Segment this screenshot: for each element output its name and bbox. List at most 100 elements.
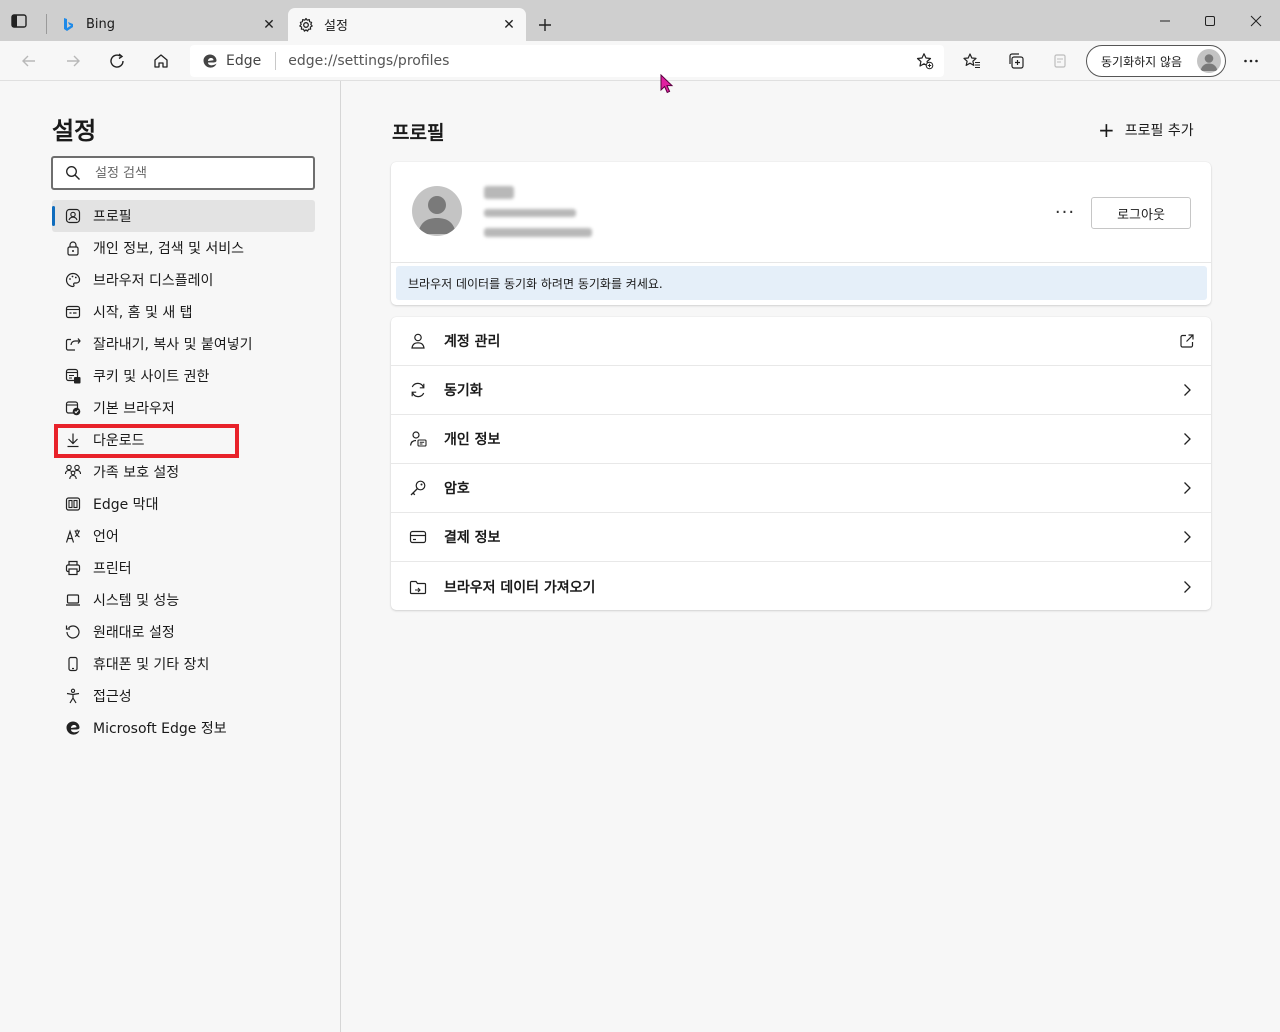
sidebar-item-default-browser[interactable]: 기본 브라우저 (52, 392, 315, 424)
mouse-cursor-icon (660, 74, 674, 94)
window-close-button[interactable] (1241, 8, 1271, 34)
sidebar-item-appearance[interactable]: 브라우저 디스플레이 (52, 264, 315, 296)
new-tab-button[interactable] (532, 12, 558, 38)
sidebar-item-label: 브라우저 디스플레이 (93, 273, 214, 289)
favorites-icon[interactable] (958, 47, 986, 75)
back-button[interactable] (15, 47, 43, 75)
row-manage-account[interactable]: 계정 관리 (391, 317, 1211, 366)
phone-icon (64, 655, 82, 673)
tab-title: Bing (86, 17, 116, 32)
sidebar-item-privacy[interactable]: 개인 정보, 검색 및 서비스 (52, 232, 315, 264)
share-icon (64, 335, 82, 353)
gear-icon (298, 17, 314, 33)
search-icon (65, 165, 81, 181)
address-bar[interactable]: Edge edge://settings/profiles (190, 45, 944, 77)
sidebar-item-about[interactable]: Microsoft Edge 정보 (52, 712, 315, 744)
close-icon[interactable]: ✕ (498, 14, 520, 36)
close-icon[interactable]: ✕ (258, 14, 280, 36)
sidebar-item-printers[interactable]: 프린터 (52, 552, 315, 584)
profile-sync-button[interactable]: 동기화하지 않음 (1086, 45, 1226, 77)
tab-actions-icon[interactable] (10, 12, 28, 30)
home-button[interactable] (147, 47, 175, 75)
sidebar-item-label: 개인 정보, 검색 및 서비스 (93, 241, 245, 257)
sync-info-banner: 브라우저 데이터를 동기화 하려면 동기화를 켜세요. (396, 266, 1207, 300)
sidebar-item-label: Microsoft Edge 정보 (93, 721, 227, 737)
sidebar-item-family[interactable]: 가족 보호 설정 (52, 456, 315, 488)
refresh-button[interactable] (103, 47, 131, 75)
page-title: 프로필 (392, 122, 445, 144)
sidebar-item-cookies[interactable]: 쿠키 및 사이트 권한 (52, 360, 315, 392)
sidebar-item-label: 프린터 (93, 561, 132, 577)
tab-bing[interactable]: Bing ✕ (50, 8, 286, 41)
forward-button[interactable] (59, 47, 87, 75)
sidebar-item-start-home[interactable]: 시작, 홈 및 새 탭 (52, 296, 315, 328)
sidebar-item-profiles[interactable]: 프로필 (52, 200, 315, 232)
chevron-right-icon (1177, 380, 1197, 400)
extension-icon[interactable] (1046, 47, 1074, 75)
sidebar-item-label: Edge 막대 (93, 497, 159, 513)
sidebar-item-reset[interactable]: 원래대로 설정 (52, 616, 315, 648)
tab-bar: Bing ✕ 설정 ✕ (0, 0, 1280, 41)
sidebar-item-phone[interactable]: 휴대폰 및 기타 장치 (52, 648, 315, 680)
row-passwords[interactable]: 암호 (391, 464, 1211, 513)
edge-logo-icon (64, 719, 82, 737)
printer-icon (64, 559, 82, 577)
import-folder-icon (408, 577, 428, 597)
row-label: 계정 관리 (444, 334, 501, 350)
more-menu-icon[interactable] (1237, 47, 1265, 75)
row-sync[interactable]: 동기화 (391, 366, 1211, 415)
url-text[interactable]: edge://settings/profiles (288, 53, 914, 69)
edge-site-indicator[interactable]: Edge (202, 53, 261, 69)
sidebar-item-system[interactable]: 시스템 및 성능 (52, 584, 315, 616)
tab-title: 설정 (324, 19, 348, 34)
collections-icon[interactable] (1002, 47, 1030, 75)
settings-search-box[interactable] (51, 156, 315, 190)
key-icon (408, 478, 428, 498)
sidebar-item-share-copy-paste[interactable]: 잘라내기, 복사 및 붙여넣기 (52, 328, 315, 360)
cookie-icon (64, 367, 82, 385)
tab-settings[interactable]: 설정 ✕ (288, 8, 526, 41)
more-options-button[interactable]: ··· (1051, 200, 1079, 224)
logout-button[interactable]: 로그아웃 (1091, 197, 1191, 229)
external-link-icon (1177, 331, 1197, 351)
maximize-button[interactable] (1195, 8, 1225, 34)
sidebar-item-label: 잘라내기, 복사 및 붙여넣기 (93, 337, 253, 353)
profile-name-redacted (484, 186, 514, 199)
add-favorite-icon[interactable] (914, 50, 936, 72)
sidebar-item-label: 언어 (93, 529, 119, 545)
row-import-browser-data[interactable]: 브라우저 데이터 가져오기 (391, 562, 1211, 611)
row-label: 동기화 (444, 383, 483, 399)
home-window-icon (64, 303, 82, 321)
sidebar-item-languages[interactable]: 언어 (52, 520, 315, 552)
person-icon (408, 331, 428, 351)
sidebar-item-label: 원래대로 설정 (93, 625, 175, 641)
add-profile-button[interactable]: + 프로필 추가 (1098, 120, 1194, 140)
sidebar-title: 설정 (52, 117, 97, 145)
profile-sync-status-redacted (484, 228, 592, 237)
search-input[interactable] (95, 165, 285, 181)
sidebar-item-label: 가족 보호 설정 (93, 465, 180, 481)
sidebar-item-edge-bar[interactable]: Edge 막대 (52, 488, 315, 520)
sidebar-item-label: 쿠키 및 사이트 권한 (93, 369, 210, 385)
row-personal-info[interactable]: 개인 정보 (391, 415, 1211, 464)
chevron-right-icon (1177, 577, 1197, 597)
sidebar-item-accessibility[interactable]: 접근성 (52, 680, 315, 712)
address-toolbar: Edge edge://settings/profiles 동기화하지 않음 (0, 41, 1280, 94)
minimize-button[interactable] (1150, 8, 1180, 34)
sidebar-item-label: 시스템 및 성능 (93, 593, 180, 609)
row-payment-info[interactable]: 결제 정보 (391, 513, 1211, 562)
row-label: 결제 정보 (444, 530, 501, 546)
edge-bar-icon (64, 495, 82, 513)
avatar (1197, 49, 1221, 73)
row-label: 브라우저 데이터 가져오기 (444, 579, 596, 596)
accessibility-icon (64, 687, 82, 705)
sidebar-item-label: 프로필 (93, 209, 132, 225)
plus-icon: + (1098, 118, 1115, 142)
sync-icon (408, 380, 428, 400)
language-icon (64, 527, 82, 545)
sidebar-item-label: 기본 브라우저 (93, 401, 175, 417)
chevron-right-icon (1177, 527, 1197, 547)
avatar (412, 186, 462, 236)
family-icon (64, 463, 82, 481)
lock-icon (64, 239, 82, 257)
